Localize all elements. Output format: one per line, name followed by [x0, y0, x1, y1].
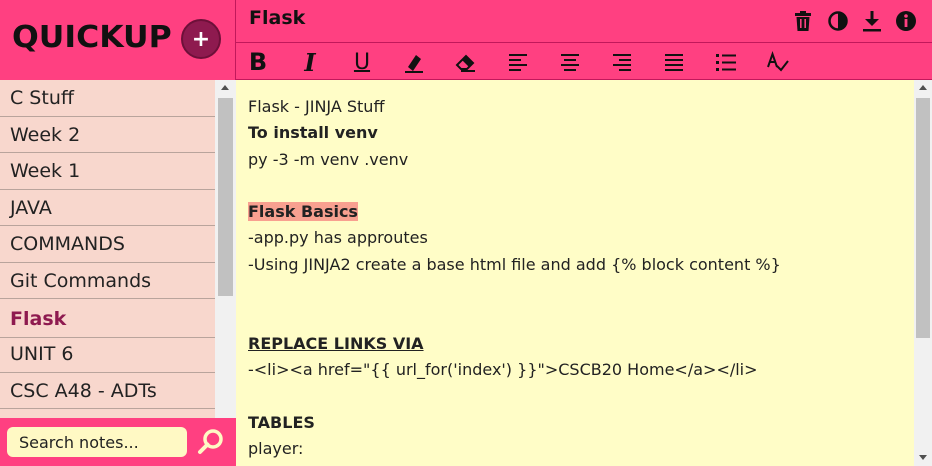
- italic-button[interactable]: I: [296, 47, 324, 77]
- search-icon[interactable]: [196, 427, 226, 457]
- note-item[interactable]: Week 2: [0, 117, 215, 153]
- editor-scrollbar[interactable]: [914, 80, 932, 466]
- editor-line: py -3 -m venv .venv: [248, 149, 409, 169]
- note-item[interactable]: Git Commands: [0, 263, 215, 299]
- note-title[interactable]: Flask: [249, 7, 305, 29]
- underline-button[interactable]: U: [348, 48, 376, 76]
- scroll-down-arrow-icon[interactable]: [919, 455, 927, 460]
- eraser-icon: [455, 54, 475, 72]
- download-icon[interactable]: [861, 10, 883, 32]
- editor-line: TABLES: [248, 412, 315, 432]
- editor-line: -Using JINJA2 create a base html file an…: [248, 254, 781, 274]
- note-item[interactable]: CSC A48 - ADTs: [0, 373, 215, 409]
- contrast-icon[interactable]: [827, 10, 849, 32]
- bullet-list-button[interactable]: [712, 48, 740, 76]
- align-center-icon: [561, 54, 579, 71]
- scrollbar-thumb[interactable]: [916, 98, 930, 338]
- scroll-up-arrow-icon[interactable]: [919, 85, 927, 90]
- trash-icon[interactable]: [792, 10, 814, 32]
- editor-line: To install venv: [248, 123, 378, 143]
- highlighted-text: Flask Basics: [248, 202, 358, 222]
- note-list-scrollbar[interactable]: [215, 80, 236, 418]
- underline-icon: U: [353, 49, 371, 75]
- logo-bar: QUICKUP +: [0, 0, 236, 80]
- note-header: Flask: [236, 0, 932, 42]
- highlighter-icon: [405, 55, 423, 73]
- align-left-icon: [509, 54, 527, 71]
- bold-icon: B: [248, 48, 268, 76]
- scroll-up-arrow-icon[interactable]: [221, 85, 229, 90]
- bullet-list-icon: [716, 54, 736, 71]
- align-left-button[interactable]: [504, 48, 532, 76]
- align-justify-icon: [665, 54, 683, 71]
- align-justify-button[interactable]: [660, 48, 688, 76]
- highlighter-button[interactable]: [400, 48, 428, 76]
- add-note-button[interactable]: +: [181, 19, 221, 59]
- note-editor[interactable]: Flask - JINJA Stuff To install venv py -…: [236, 80, 914, 466]
- note-item-active[interactable]: Flask: [0, 301, 215, 338]
- eraser-button[interactable]: [452, 48, 480, 76]
- note-item[interactable]: JAVA: [0, 190, 215, 226]
- note-list: C Stuff Week 2 Week 1 JAVA COMMANDS Git …: [0, 80, 236, 418]
- note-item[interactable]: UNIT 6: [0, 336, 215, 373]
- spellcheck-button[interactable]: [764, 48, 792, 76]
- formatting-toolbar: B I U: [236, 42, 932, 80]
- info-icon[interactable]: [895, 10, 917, 32]
- note-item[interactable]: C Stuff: [0, 80, 215, 117]
- note-item[interactable]: COMMANDS: [0, 226, 215, 263]
- search-input[interactable]: [7, 427, 187, 457]
- align-right-button[interactable]: [608, 48, 636, 76]
- align-right-icon: [613, 54, 631, 71]
- editor-line: Flask - JINJA Stuff: [248, 97, 385, 116]
- app-logo: QUICKUP: [12, 20, 172, 55]
- bold-button[interactable]: B: [244, 48, 272, 76]
- scrollbar-thumb[interactable]: [218, 98, 233, 296]
- editor-line: Flask Basics: [248, 199, 914, 225]
- sidebar: QUICKUP + C Stuff Week 2 Week 1 JAVA COM…: [0, 0, 236, 466]
- italic-icon: I: [304, 47, 316, 77]
- search-bar: [0, 418, 236, 466]
- editor-line: -<li><a href="{{ url_for('index') }}">CS…: [248, 359, 758, 379]
- editor-line: REPLACE LINKS VIA: [248, 333, 424, 353]
- editor-line: -app.py has approutes: [248, 228, 428, 248]
- spellcheck-icon: [767, 50, 789, 72]
- align-center-button[interactable]: [556, 48, 584, 76]
- editor-line: player:: [248, 438, 304, 458]
- note-item[interactable]: Week 1: [0, 153, 215, 190]
